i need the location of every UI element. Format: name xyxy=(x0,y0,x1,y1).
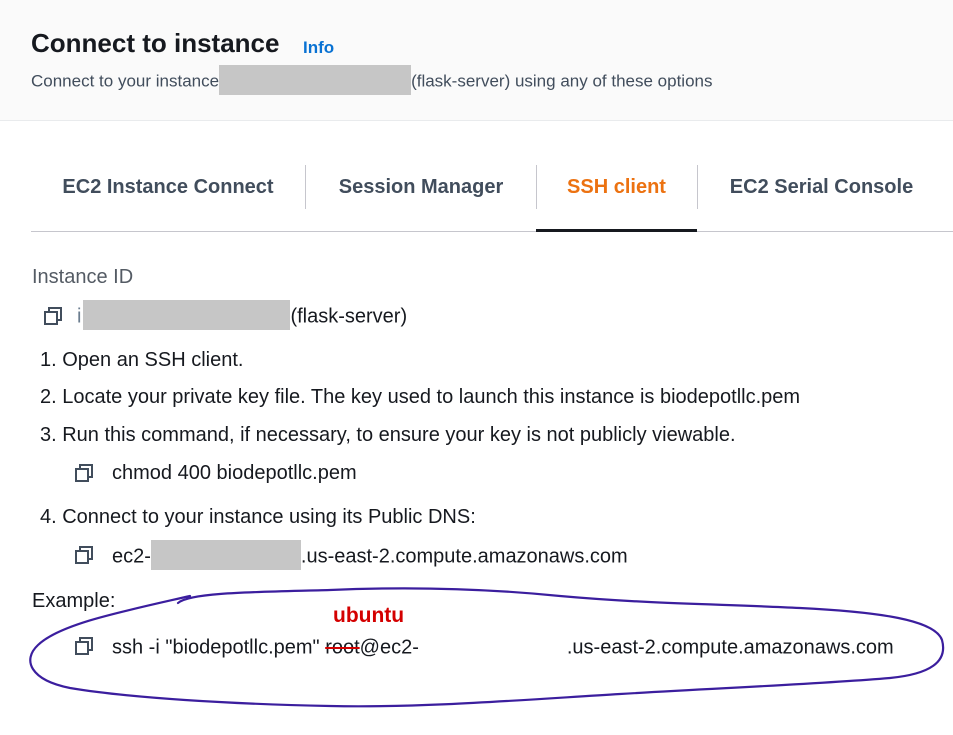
step-3: 3. Run this command, if necessary, to en… xyxy=(40,424,736,446)
example-cmd-suffix: .us-east-2.compute.amazonaws.com xyxy=(566,636,894,659)
subtitle-suffix: (flask-server) using any of these option… xyxy=(411,71,713,91)
page-header: Connect to instance Info Connect to your… xyxy=(0,0,953,121)
tab-ec2-instance-connect[interactable]: EC2 Instance Connect xyxy=(31,165,305,231)
tab-bar: EC2 Instance Connect Session Manager SSH… xyxy=(31,165,953,232)
page-title: Connect to instance xyxy=(31,28,280,58)
example-command: ssh -i "biodepotllc.pem" root@ec2- .us-ea… xyxy=(112,631,894,661)
redacted-instance-id xyxy=(83,300,291,330)
copy-icon[interactable] xyxy=(74,636,94,656)
step-1: 1. Open an SSH client. xyxy=(40,349,244,371)
instance-id-prefix: i xyxy=(77,305,82,328)
tab-session-manager[interactable]: Session Manager xyxy=(306,165,536,231)
step-2: 2. Locate your private key file. The key… xyxy=(40,386,801,408)
page-subtitle: Connect to your instance (flask-server) u… xyxy=(31,65,713,95)
example-cmd-host-prefix: @ec2- xyxy=(359,636,419,659)
dns-prefix: ec2- xyxy=(112,545,151,568)
tab-ssh-client[interactable]: SSH client xyxy=(536,165,697,232)
instance-name: (flask-server) xyxy=(290,305,408,328)
handwritten-annotation: ubuntu xyxy=(333,604,405,627)
example-cmd-prefix: ssh -i "biodepotllc.pem" xyxy=(112,636,326,659)
instance-id-label: Instance ID xyxy=(32,266,134,288)
step-4: 4. Connect to your instance using its Pu… xyxy=(40,506,476,528)
chmod-command: chmod 400 biodepotllc.pem xyxy=(112,462,357,484)
redacted-dns xyxy=(418,631,567,661)
info-link[interactable]: Info xyxy=(303,38,334,58)
example-cmd-user: root xyxy=(325,636,360,659)
dns-suffix: .us-east-2.compute.amazonaws.com xyxy=(300,545,628,568)
example-label: Example: xyxy=(32,590,116,612)
copy-icon[interactable] xyxy=(43,306,63,326)
instance-id-value: i (flask-server) xyxy=(77,300,408,330)
tab-ec2-serial-console[interactable]: EC2 Serial Console xyxy=(698,165,945,231)
subtitle-prefix: Connect to your instance xyxy=(31,71,220,91)
redacted-instance-id xyxy=(219,65,412,95)
copy-icon[interactable] xyxy=(74,545,94,565)
copy-icon[interactable] xyxy=(74,463,94,483)
public-dns: ec2- .us-east-2.compute.amazonaws.com xyxy=(112,540,628,570)
redacted-dns xyxy=(150,540,301,570)
